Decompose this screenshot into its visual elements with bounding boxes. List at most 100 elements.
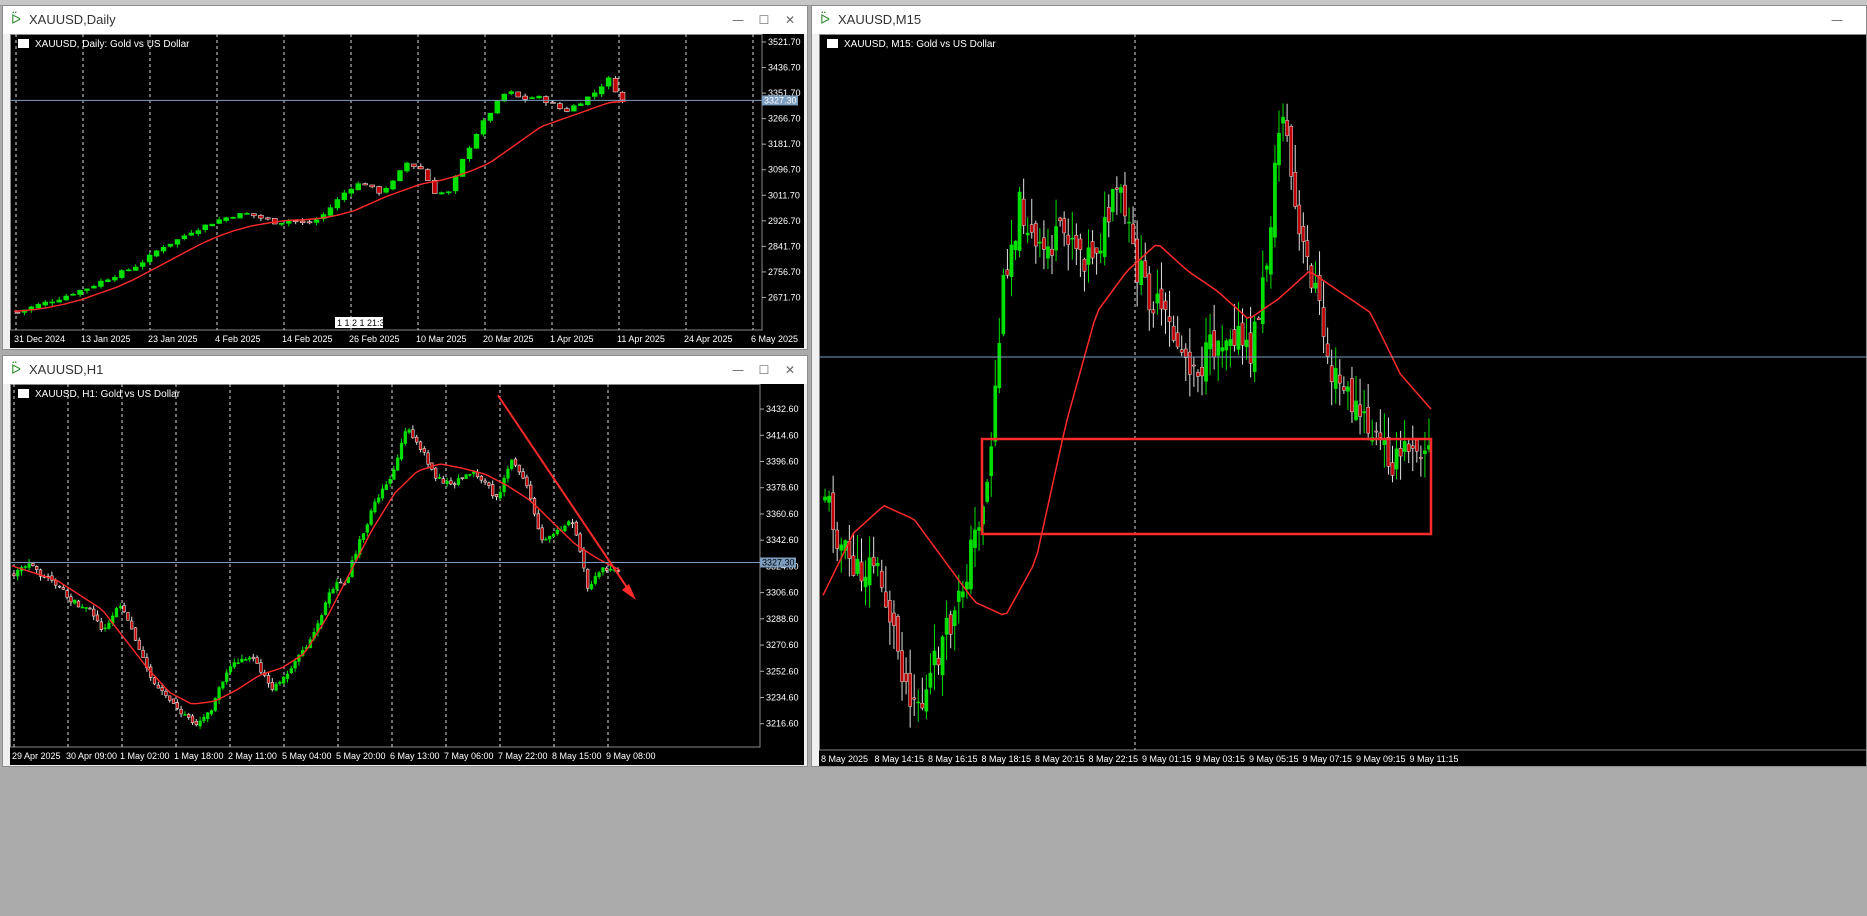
candle-body: [498, 492, 502, 499]
maximize-button[interactable]: ☐: [753, 361, 775, 379]
candle-body: [1021, 198, 1026, 226]
candle-body: [1240, 322, 1245, 346]
close-button[interactable]: ✕: [779, 11, 801, 29]
x-tick-label: 9 May 07:15: [1303, 754, 1353, 764]
candle-body: [411, 429, 415, 439]
candle-body: [418, 441, 423, 451]
x-tick-label: 9 May 11:15: [1410, 754, 1459, 764]
candle-body: [299, 220, 306, 224]
chart-label-text: XAUUSD, H1: Gold vs US Dollar: [35, 389, 181, 400]
candle-body: [217, 687, 221, 700]
candle-body: [522, 95, 528, 100]
candle-body: [570, 522, 575, 525]
candle-body: [126, 612, 130, 621]
candle-body: [132, 266, 139, 271]
candle-body: [397, 170, 403, 182]
candle-body: [969, 539, 973, 590]
window-title: XAUUSD,H1: [29, 362, 104, 377]
candle-body: [293, 661, 297, 669]
candle-body: [146, 254, 153, 263]
candle-body: [80, 606, 84, 609]
window-titlebar[interactable]: ᐇ XAUUSD,M15 —: [812, 6, 1866, 34]
maximize-button[interactable]: ☐: [753, 11, 775, 29]
candle-body: [449, 480, 453, 485]
candle-body: [168, 695, 172, 701]
candle-body: [1119, 187, 1123, 193]
plot-frame: [10, 384, 761, 748]
candle-body: [61, 587, 65, 590]
chart-plot-area[interactable]: 8 May 2025 8 May 14:15 8 May 16:15 8 May 18…: [819, 34, 1867, 767]
candle-body: [468, 474, 472, 476]
candle-body: [331, 589, 335, 594]
candle-body: [956, 590, 961, 602]
candle-body: [1013, 240, 1018, 251]
candle-body: [327, 592, 331, 604]
candle-body: [551, 533, 556, 537]
candle-body: [1236, 325, 1241, 350]
candle-body: [1216, 340, 1221, 356]
candle-body: [251, 656, 255, 659]
candle-body: [494, 100, 501, 114]
chart-label: XAUUSD, M15: Gold vs US Dollar: [827, 39, 996, 50]
chart-plot-area[interactable]: 29 Apr 2025 30 Apr 09:00 1 May 02:00 1 May …: [10, 384, 804, 765]
candle-body: [1313, 282, 1318, 289]
candle-body: [867, 557, 872, 586]
candle-body: [1127, 221, 1131, 224]
candle-body: [403, 431, 407, 444]
window-titlebar[interactable]: ᐇ XAUUSD,H1 — ☐ ✕: [3, 356, 807, 384]
candle-body: [384, 484, 388, 491]
candle-body: [1293, 172, 1298, 207]
minimize-button[interactable]: —: [727, 361, 749, 379]
x-tick-label: 31 Dec 2024: [14, 334, 65, 344]
candle-body: [362, 183, 368, 186]
m15-chart-svg[interactable]: 8 May 2025 8 May 14:15 8 May 16:15 8 May 18…: [819, 34, 1867, 767]
chart-window-icon: ᐇ: [11, 363, 21, 378]
chart-window-icon: ᐇ: [11, 13, 21, 28]
candle-body: [940, 636, 945, 676]
candle-body: [1001, 274, 1006, 335]
candle-body: [105, 279, 111, 282]
candle-body: [540, 527, 544, 541]
chart-window-h1[interactable]: ᐇ XAUUSD,H1 — ☐ ✕ 29 Apr 2025 30 Apr 09:0…: [2, 355, 808, 767]
candle-body: [977, 527, 981, 531]
candle-body: [133, 627, 138, 641]
daily-chart-svg[interactable]: 31 Dec 2024 13 Jan 2025 23 Jan 2025 4 Feb 2…: [10, 34, 804, 348]
candle-body: [1131, 223, 1135, 245]
candle-body: [270, 682, 274, 690]
candle-body: [181, 235, 188, 240]
x-tick-label: 9 May 08:00: [606, 751, 656, 761]
candle-body: [952, 610, 957, 626]
candle-body: [896, 615, 900, 652]
chart-type-icon: [18, 389, 29, 398]
candle-body: [415, 436, 419, 443]
candle-body: [452, 175, 459, 192]
y-tick-label: 3414.60: [766, 430, 799, 440]
candle-body: [1350, 378, 1354, 413]
chart-window-m15[interactable]: ᐇ XAUUSD,M15 — 8 May 2025 8 May 14:15 8 Ma…: [811, 5, 1867, 767]
h1-chart-svg[interactable]: 29 Apr 2025 30 Apr 09:00 1 May 02:00 1 May …: [10, 384, 804, 765]
candle-body: [1252, 321, 1257, 373]
window-title: XAUUSD,M15: [838, 12, 922, 27]
close-button[interactable]: ✕: [779, 361, 801, 379]
candle-body: [900, 650, 904, 683]
minimize-button[interactable]: —: [1826, 11, 1848, 29]
x-tick-label: 10 Mar 2025: [416, 334, 467, 344]
chart-plot-area[interactable]: 31 Dec 2024 13 Jan 2025 23 Jan 2025 4 Feb 2…: [10, 34, 804, 348]
candle-body: [418, 166, 424, 170]
window-titlebar[interactable]: ᐇ XAUUSD,Daily — ☐ ✕: [3, 6, 807, 34]
candle-body: [190, 715, 195, 723]
candle-body: [536, 513, 540, 530]
candle-body: [202, 224, 208, 231]
candle-body: [232, 662, 236, 668]
candle-body: [501, 93, 508, 102]
chart-window-daily[interactable]: ᐇ XAUUSD,Daily — ☐ ✕ 31 Dec 2024 13 Jan 2…: [2, 5, 808, 350]
minimize-button[interactable]: —: [727, 11, 749, 29]
candle-body: [1078, 238, 1083, 250]
candle-body: [369, 184, 375, 188]
candle-body: [1192, 364, 1196, 367]
candle-body: [1305, 240, 1310, 257]
candle-body: [1386, 436, 1391, 467]
candle-body: [1212, 330, 1216, 358]
x-tick-label: 8 May 14:15: [875, 754, 925, 764]
x-tick-label: 11 Apr 2025: [617, 334, 665, 344]
